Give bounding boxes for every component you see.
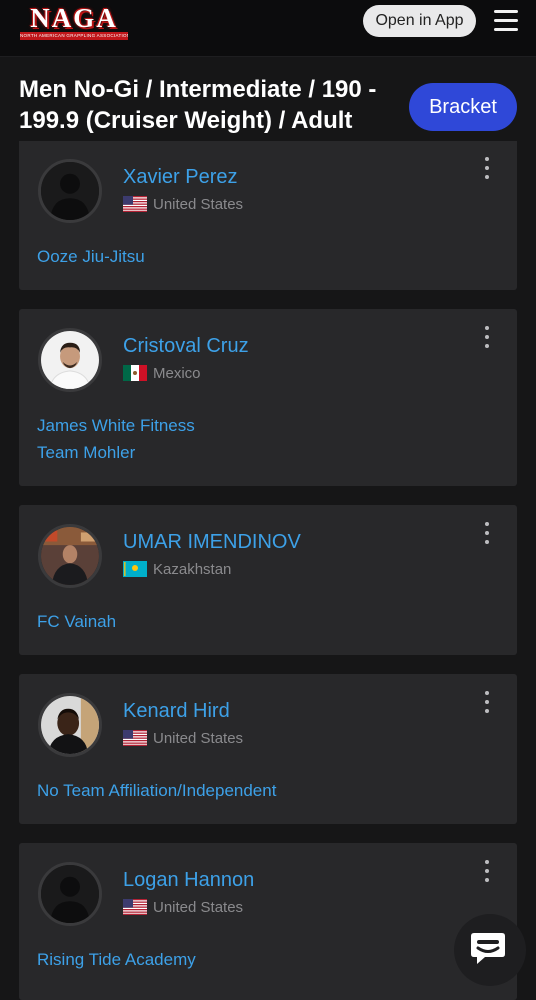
athlete-name[interactable]: Logan Hannon (123, 868, 254, 892)
logo-subtext: NORTH AMERICAN GRAPPLING ASSOCIATION (20, 32, 128, 40)
division-header: Men No-Gi / Intermediate / 190 - 199.9 (… (0, 57, 536, 141)
logo-text: NAGA (30, 3, 118, 33)
athlete-country: United States (123, 195, 243, 215)
athlete-name[interactable]: Kenard Hird (123, 699, 230, 723)
us-flag-icon (123, 899, 147, 915)
athlete-country: United States (123, 898, 243, 918)
athlete-list: Xavier Perez United States Ooze Jiu-Jits… (0, 0, 536, 1000)
team-link[interactable]: No Team Affiliation/Independent (37, 780, 276, 802)
athlete-card: Cristoval Cruz Mexico James White Fitnes… (19, 309, 517, 486)
us-flag-icon (123, 730, 147, 746)
hamburger-menu-icon[interactable] (494, 10, 518, 32)
bracket-button[interactable]: Bracket (409, 83, 517, 131)
kazakhstan-flag-icon (123, 561, 147, 577)
more-options-icon[interactable] (479, 521, 495, 547)
team-link[interactable]: Team Mohler (37, 442, 135, 464)
country-label: United States (153, 899, 244, 916)
chat-icon (471, 933, 505, 964)
naga-logo[interactable]: NAGA NORTH AMERICAN GRAPPLING ASSOCIATIO… (16, 2, 132, 46)
division-title: Men No-Gi / Intermediate / 190 - 199.9 (… (19, 76, 377, 134)
more-options-icon[interactable] (479, 690, 495, 716)
country-label: United States (153, 730, 244, 747)
athlete-country: United States (123, 729, 243, 749)
avatar-placeholder-icon (38, 159, 102, 223)
avatar-placeholder-icon (38, 862, 102, 926)
athlete-card: Logan Hannon United States Rising Tide A… (19, 843, 517, 1000)
more-options-icon[interactable] (479, 859, 495, 885)
athlete-card: Kenard Hird United States No Team Affili… (19, 674, 517, 824)
team-link[interactable]: Ooze Jiu-Jitsu (37, 246, 145, 268)
athlete-name[interactable]: Xavier Perez (123, 165, 238, 189)
team-link[interactable]: Rising Tide Academy (37, 949, 196, 971)
athlete-name[interactable]: UMAR IMENDINOV (123, 530, 301, 554)
athlete-photo (38, 328, 102, 392)
us-flag-icon (123, 196, 147, 212)
top-navigation-bar: NAGA NORTH AMERICAN GRAPPLING ASSOCIATIO… (0, 0, 536, 57)
more-options-icon[interactable] (479, 156, 495, 182)
team-link[interactable]: James White Fitness (37, 415, 195, 437)
athlete-photo (38, 524, 102, 588)
open-in-app-button[interactable]: Open in App (363, 5, 476, 37)
athlete-name[interactable]: Cristoval Cruz (123, 334, 249, 358)
athlete-photo (38, 693, 102, 757)
mexico-flag-icon (123, 365, 147, 381)
more-options-icon[interactable] (479, 325, 495, 351)
chat-button[interactable] (454, 914, 526, 986)
athlete-card: Xavier Perez United States Ooze Jiu-Jits… (19, 126, 517, 290)
country-label: United States (153, 196, 244, 213)
athlete-country: Kazakhstan (123, 560, 231, 580)
team-link[interactable]: FC Vainah (37, 611, 116, 633)
country-label: Mexico (153, 365, 201, 382)
athlete-country: Mexico (123, 364, 201, 384)
country-label: Kazakhstan (153, 561, 232, 578)
athlete-card: UMAR IMENDINOV Kazakhstan FC Vainah (19, 505, 517, 655)
